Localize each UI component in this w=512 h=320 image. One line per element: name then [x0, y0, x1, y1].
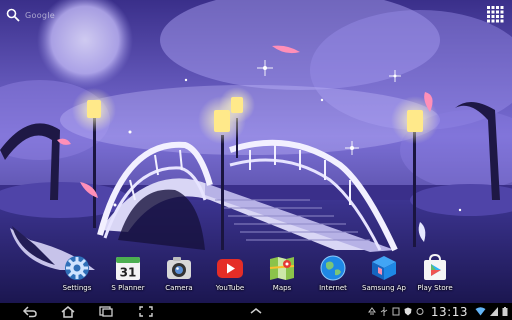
- battery-icon: [502, 307, 508, 316]
- signal-icon: [490, 307, 498, 316]
- sync-icon: [416, 308, 424, 315]
- app-label: Settings: [62, 284, 92, 292]
- status-clock: 13:13: [430, 304, 468, 319]
- maps-icon: [269, 257, 295, 280]
- app-s-planner[interactable]: 31 S Planner: [100, 254, 156, 296]
- play-store-icon: [424, 254, 446, 280]
- home-button[interactable]: [60, 305, 76, 318]
- calendar-date: 31: [120, 266, 137, 280]
- shield-icon: [404, 307, 412, 316]
- recent-apps-button[interactable]: [98, 305, 114, 318]
- back-button[interactable]: [22, 305, 38, 318]
- app-label: Play Store: [417, 284, 453, 292]
- app-label: Samsung Ap: [362, 284, 406, 292]
- apps-grid-button[interactable]: [486, 5, 504, 23]
- camera-icon: [167, 257, 191, 279]
- app-label: Internet: [319, 284, 347, 292]
- app-settings[interactable]: Settings: [49, 254, 105, 296]
- app-youtube[interactable]: YouTube: [202, 254, 258, 296]
- globe-icon: [320, 255, 346, 281]
- youtube-icon: [217, 259, 243, 278]
- notification-icon: [392, 307, 400, 316]
- app-label: S Planner: [111, 284, 145, 292]
- usb-icon: [380, 307, 388, 316]
- recycle-icon: [367, 307, 376, 315]
- expand-tray-chevron-icon[interactable]: [248, 305, 264, 318]
- search-icon: [6, 8, 20, 22]
- app-label: YouTube: [215, 284, 245, 292]
- navigation-bar: 13:13: [0, 303, 512, 320]
- app-maps[interactable]: Maps: [254, 254, 310, 296]
- app-dock: Settings 31 S Planner Camera YouTube Map…: [0, 254, 512, 296]
- app-play-store[interactable]: Play Store: [407, 254, 463, 296]
- app-internet[interactable]: Internet: [305, 254, 361, 296]
- screenshot-button[interactable]: [138, 305, 154, 318]
- search-hint: Google: [25, 10, 56, 20]
- status-area[interactable]: 13:13: [367, 304, 508, 319]
- calendar-icon: 31: [116, 257, 140, 280]
- app-label: Maps: [272, 284, 292, 292]
- wifi-icon: [475, 307, 486, 316]
- google-search-widget[interactable]: Google: [6, 7, 55, 23]
- app-camera[interactable]: Camera: [151, 254, 207, 296]
- app-label: Camera: [165, 284, 193, 292]
- app-samsung-apps[interactable]: Samsung Ap: [356, 254, 412, 296]
- samsung-apps-icon: [372, 256, 396, 280]
- settings-icon: [65, 256, 89, 280]
